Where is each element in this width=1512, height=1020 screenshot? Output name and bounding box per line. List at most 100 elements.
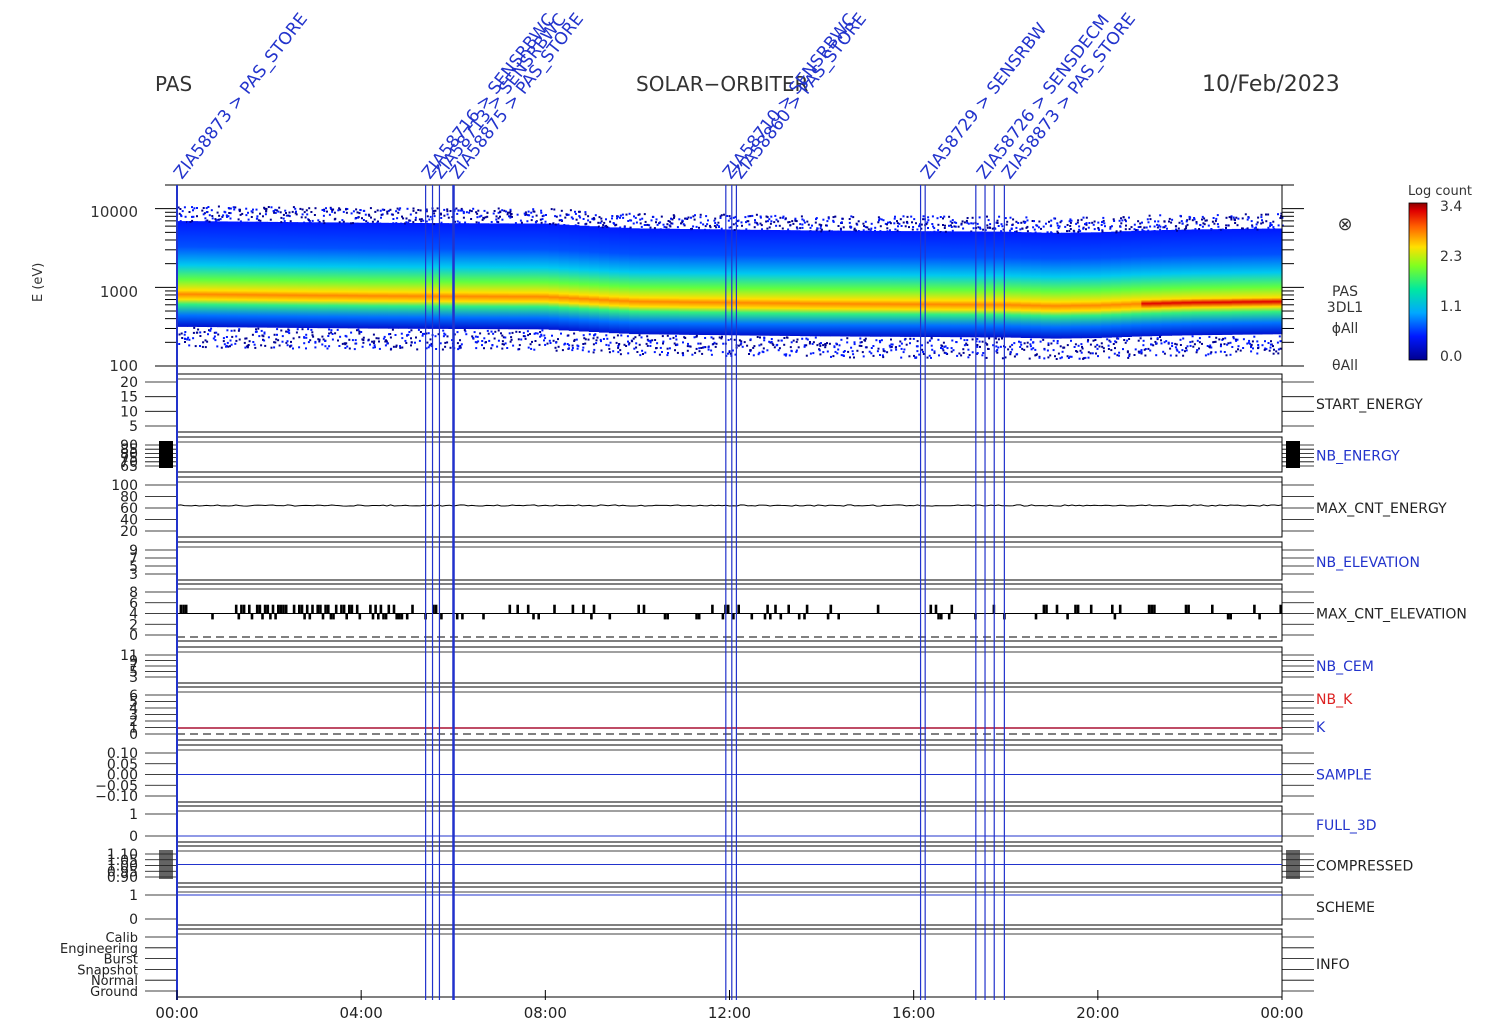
spectrogram-speckle [475, 211, 478, 214]
spectrogram-speckle [1007, 348, 1010, 351]
spectrogram-speckle [214, 218, 217, 221]
spectrogram-speckle [801, 337, 804, 340]
spectrogram-speckle [582, 343, 585, 345]
spectrogram-speckle [1176, 349, 1179, 352]
spectrogram-speckle [388, 333, 390, 336]
spectrogram-speckle [308, 220, 311, 223]
spectrogram-speckle [378, 347, 381, 350]
spectrogram-speckle [1080, 218, 1083, 221]
spectrogram-speckle [1215, 336, 1218, 339]
spectrogram-speckle [552, 222, 555, 225]
spectrogram-speckle [864, 220, 867, 223]
spectrogram-speckle [539, 331, 542, 333]
spectrogram-speckle [995, 341, 998, 344]
spectrogram-speckle [1070, 355, 1073, 358]
spectrogram-column [237, 221, 248, 328]
spectrogram-speckle [1098, 228, 1100, 231]
spectrogram-speckle [219, 218, 222, 221]
spectrogram-speckle [698, 350, 701, 353]
spectrogram-speckle [318, 340, 321, 343]
spectrogram-speckle [1115, 230, 1118, 233]
spectrogram-speckle [189, 221, 192, 223]
spectrogram-speckle [456, 220, 459, 223]
spectrogram-speckle [1085, 228, 1087, 231]
spectrogram-speckle [613, 222, 616, 225]
panel-tick-label: 1 [129, 807, 138, 823]
panel-frame [176, 541, 1283, 581]
spectrogram-speckle [496, 345, 499, 348]
colorbar-tick: 1.1 [1440, 299, 1462, 315]
spectrogram-speckle [843, 350, 846, 352]
elevation-bar [721, 613, 725, 620]
spectrogram-speckle [354, 217, 357, 220]
spectrogram-speckle [196, 215, 198, 218]
spectrogram-column [1121, 231, 1132, 337]
spectrogram-speckle [833, 346, 836, 349]
spectrogram-speckle [488, 339, 491, 342]
spectrogram-speckle [982, 228, 985, 231]
spectrogram-speckle [371, 340, 374, 343]
spectrogram-speckle [344, 334, 347, 337]
elevation-bar [763, 613, 767, 620]
spectrogram-speckle [419, 331, 422, 333]
spectrogram-speckle [847, 350, 850, 353]
spectrogram-speckle [522, 331, 525, 334]
spectrogram-speckle [202, 207, 205, 209]
spectrogram-speckle [576, 344, 579, 347]
spectrogram-speckle [567, 213, 570, 216]
spectrogram-speckle [412, 221, 415, 224]
spectrogram-speckle [605, 224, 608, 227]
spectrogram-speckle [617, 351, 620, 354]
spectrogram-speckle [678, 218, 681, 221]
elevation-bar [277, 604, 280, 614]
spectrogram-speckle [348, 347, 351, 350]
spectrogram-column [197, 221, 208, 327]
elevation-bar [371, 613, 375, 620]
spectrogram-speckle [893, 217, 896, 220]
spectrogram-speckle [962, 227, 965, 230]
elevation-bar [787, 604, 790, 614]
spectrogram-speckle [1087, 226, 1090, 229]
spectrogram-speckle [1223, 343, 1226, 346]
spectrogram-speckle [470, 210, 473, 213]
spectrogram-speckle [1179, 214, 1182, 217]
spectrogram-speckle [752, 354, 755, 357]
panel-full_3d: FULL_3D10 [129, 805, 1377, 845]
spectrogram-speckle [589, 221, 592, 224]
spectrogram-speckle [364, 213, 367, 216]
spectrogram-speckle [482, 216, 485, 219]
spectrogram-speckle [948, 224, 950, 227]
spectrogram-speckle [766, 220, 769, 223]
elevation-bar [332, 613, 335, 620]
spectrogram-speckle [1076, 221, 1079, 224]
spectrogram-speckle [280, 216, 283, 219]
spectrogram-speckle [476, 216, 479, 219]
spectrogram-speckle [208, 214, 211, 217]
spectrogram-speckle [635, 346, 638, 349]
spectrogram-speckle [721, 351, 724, 354]
spectrogram-speckle [1029, 343, 1032, 346]
panel-label: NB_CEM [1316, 659, 1374, 675]
spectrogram-speckle [223, 343, 226, 346]
ytick-label: 10000 [90, 203, 138, 221]
spectrogram-speckle [1000, 223, 1003, 226]
spectrogram-speckle [707, 346, 710, 349]
spectrogram-speckle [330, 329, 333, 332]
spectrogram-speckle [1057, 352, 1060, 355]
spectrogram-speckle [222, 214, 225, 217]
elevation-bar [369, 604, 372, 614]
spectrogram-speckle [351, 339, 354, 342]
spectrogram-speckle [611, 215, 614, 217]
spectrogram-speckle [770, 220, 773, 223]
spectrogram-speckle [191, 215, 193, 218]
spectrogram-speckle [1103, 350, 1105, 353]
spectrogram-speckle [476, 335, 479, 338]
spectrogram-speckle [1241, 227, 1244, 230]
spectrogram-column [649, 228, 660, 335]
spectrogram-speckle [1043, 357, 1046, 360]
spectrogram-speckle [469, 209, 471, 212]
spectrogram-speckle [840, 338, 843, 341]
spectrogram-speckle [1174, 225, 1177, 228]
spectrogram-speckle [1277, 352, 1280, 355]
spectrogram-speckle [481, 340, 484, 342]
